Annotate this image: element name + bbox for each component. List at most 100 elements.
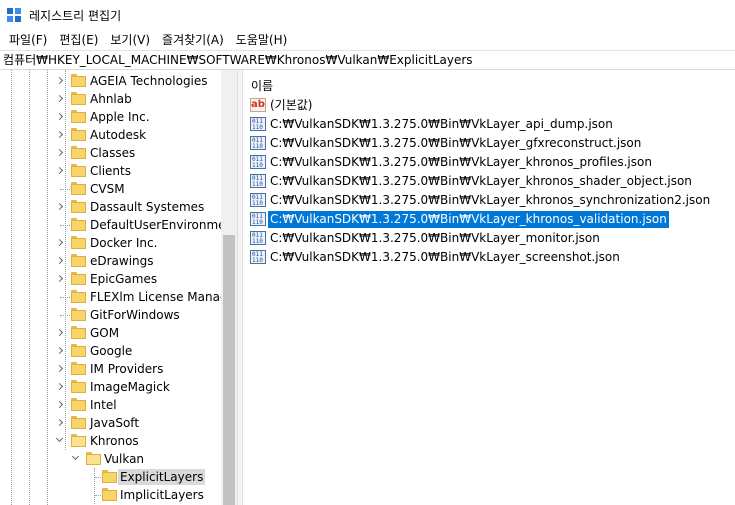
tree-item[interactable]: Khronos (0, 432, 221, 450)
folder-icon (71, 128, 86, 141)
tree-scrollbar[interactable] (221, 70, 237, 505)
chevron-right-icon[interactable] (55, 148, 64, 157)
tree-item[interactable]: IM Providers (0, 360, 221, 378)
tree-item-label: ImplicitLayers (120, 488, 204, 502)
tree-item[interactable]: Clients (0, 162, 221, 180)
registry-editor-icon (7, 8, 22, 23)
value-row[interactable]: 011 110 C:₩VulkanSDK₩1.3.275.0₩Bin₩VkLayer… (249, 248, 729, 267)
chevron-right-icon[interactable] (55, 400, 64, 409)
address-bar[interactable]: 컴퓨터₩HKEY_LOCAL_MACHINE₩SOFTWARE₩Khronos₩… (0, 50, 735, 70)
folder-icon (71, 272, 86, 285)
tree-item[interactable]: ImageMagick (0, 378, 221, 396)
tree-item-explicit-layers[interactable]: ExplicitLayers (0, 468, 221, 486)
folder-icon (102, 470, 117, 483)
tree-item-label: Khronos (90, 434, 139, 448)
tree-item[interactable]: FLEXlm License Manager (0, 288, 237, 306)
chevron-down-icon[interactable] (55, 434, 64, 443)
binary-value-icon: 011 110 (250, 155, 266, 169)
tree-item-label: Classes (90, 146, 136, 160)
tree-connector (60, 225, 70, 226)
tree-item[interactable]: Apple Inc. (0, 108, 221, 126)
tree-item[interactable]: Dassault Systemes (0, 198, 221, 216)
value-name: C:₩VulkanSDK₩1.3.275.0₩Bin₩VkLayer_api_d… (270, 117, 613, 131)
chevron-right-icon[interactable] (55, 76, 64, 85)
tree-item-implicit-layers[interactable]: ImplicitLayers (0, 486, 221, 504)
chevron-right-icon[interactable] (55, 328, 64, 337)
folder-icon (71, 416, 86, 429)
tree-item[interactable]: AGEIA Technologies (0, 72, 221, 90)
value-row[interactable]: 011 110 C:₩VulkanSDK₩1.3.275.0₩Bin₩VkLayer… (249, 172, 729, 191)
value-name: C:₩VulkanSDK₩1.3.275.0₩Bin₩VkLayer_khron… (267, 210, 670, 229)
chevron-right-icon[interactable] (55, 238, 64, 247)
tree-item-label: eDrawings (90, 254, 154, 268)
tree-item[interactable]: Google (0, 342, 221, 360)
tree-item-label: Google (90, 344, 133, 358)
value-row[interactable]: 011 110 C:₩VulkanSDK₩1.3.275.0₩Bin₩VkLayer… (249, 191, 729, 210)
tree-item-label: Apple Inc. (90, 110, 150, 124)
tree-item[interactable]: Classes (0, 144, 221, 162)
tree-connector (95, 495, 101, 496)
binary-value-icon: 011 110 (250, 174, 266, 188)
folder-icon (86, 452, 101, 465)
tree-item[interactable]: Ahnlab (0, 90, 221, 108)
value-row[interactable]: 011 110 C:₩VulkanSDK₩1.3.275.0₩Bin₩VkLayer… (249, 229, 729, 248)
folder-icon (71, 182, 86, 195)
menu-edit[interactable]: 편집(E) (54, 30, 103, 50)
tree-item[interactable]: GitForWindows (0, 306, 221, 324)
tree-item-label: ImageMagick (90, 380, 170, 394)
menu-file[interactable]: 파일(F) (4, 30, 52, 50)
tree-connector (95, 477, 101, 478)
chevron-right-icon[interactable] (55, 256, 64, 265)
chevron-right-icon[interactable] (55, 418, 64, 427)
tree-item[interactable]: EpicGames (0, 270, 221, 288)
tree-item-label: CVSM (90, 182, 125, 196)
folder-icon (71, 290, 86, 303)
tree-item-label: JavaSoft (90, 416, 140, 430)
tree-item-label: Docker Inc. (90, 236, 158, 250)
chevron-right-icon[interactable] (55, 112, 64, 121)
menu-help[interactable]: 도움말(H) (231, 30, 293, 50)
tree-item[interactable]: eDrawings (0, 252, 221, 270)
value-row[interactable]: 011 110 C:₩VulkanSDK₩1.3.275.0₩Bin₩VkLayer… (249, 115, 729, 134)
tree-item-label: IM Providers (90, 362, 164, 376)
tree-item-label: Ahnlab (90, 92, 132, 106)
tree-item-vulkan[interactable]: Vulkan (0, 450, 221, 468)
chevron-right-icon[interactable] (55, 346, 64, 355)
tree-item[interactable]: Intel (0, 396, 221, 414)
tree-item[interactable]: CVSM (0, 180, 221, 198)
chevron-right-icon[interactable] (55, 274, 64, 283)
tree-item-label: DefaultUserEnvironment (90, 218, 237, 232)
tree-item[interactable]: GOM (0, 324, 221, 342)
chevron-right-icon[interactable] (55, 130, 64, 139)
column-header-name[interactable]: 이름 (243, 70, 735, 95)
chevron-right-icon[interactable] (55, 94, 64, 103)
tree-item-label: Intel (90, 398, 117, 412)
chevron-down-icon[interactable] (71, 452, 80, 461)
value-row[interactable]: 011 110 C:₩VulkanSDK₩1.3.275.0₩Bin₩VkLayer… (249, 153, 729, 172)
tree-scroll-thumb[interactable] (223, 235, 235, 505)
menu-view[interactable]: 보기(V) (105, 30, 155, 50)
tree-item[interactable]: Autodesk (0, 126, 221, 144)
folder-icon (102, 488, 117, 501)
window-title: 레지스트리 편집기 (29, 9, 122, 23)
folder-icon (71, 344, 86, 357)
chevron-right-icon[interactable] (55, 382, 64, 391)
chevron-right-icon[interactable] (55, 364, 64, 373)
chevron-right-icon[interactable] (55, 166, 64, 175)
tree-item-label: AGEIA Technologies (90, 74, 208, 88)
value-row[interactable]: 011 110 C:₩VulkanSDK₩1.3.275.0₩Bin₩VkLayer… (249, 134, 729, 153)
binary-value-icon: 011 110 (250, 117, 266, 131)
menu-favorites[interactable]: 즐겨찾기(A) (157, 30, 229, 50)
chevron-right-icon[interactable] (55, 202, 64, 211)
tree-item[interactable]: Docker Inc. (0, 234, 221, 252)
binary-value-icon: 011 110 (250, 231, 266, 245)
folder-icon (71, 254, 86, 267)
tree-item[interactable]: DefaultUserEnvironment (0, 216, 237, 234)
binary-value-icon: 011 110 (250, 136, 266, 150)
value-row[interactable]: 011 110 C:₩VulkanSDK₩1.3.275.0₩Bin₩VkLayer… (249, 210, 729, 229)
value-name: (기본값) (270, 98, 313, 112)
tree-item-label: Vulkan (104, 452, 145, 466)
tree-item[interactable]: JavaSoft (0, 414, 221, 432)
title-bar[interactable]: 레지스트리 편집기 (0, 0, 735, 30)
value-row-default[interactable]: ab (기본값) (249, 96, 729, 115)
